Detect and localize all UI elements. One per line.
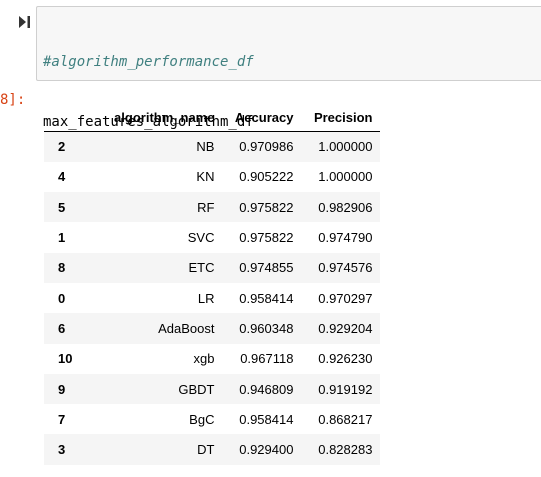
cell-algorithm-name: NB: [196, 139, 215, 155]
table-row: 2 NB 0.970986 1.000000: [44, 131, 381, 162]
row-index: 0: [58, 290, 66, 306]
row-index: 10: [58, 351, 73, 367]
cell-algorithm-name: KN: [196, 169, 215, 185]
cell-precision: 0.926230: [318, 351, 373, 367]
cell-precision: 0.982906: [318, 199, 373, 215]
table-header-row: algorithm_name Accuracy Precision: [44, 103, 381, 132]
table-row: 8 ETC 0.974855 0.974576: [44, 252, 381, 283]
cell-precision: 1.000000: [318, 139, 373, 155]
cell-accuracy: 0.967118: [240, 351, 294, 367]
cell-precision: 0.974790: [318, 230, 373, 246]
table-row: 5 RF 0.975822 0.982906: [44, 192, 381, 223]
table-row: 0 LR 0.958414 0.970297: [44, 283, 380, 313]
cell-algorithm-name: DT: [197, 442, 215, 458]
row-index: 2: [58, 139, 66, 155]
row-index: 8: [58, 260, 66, 276]
row-index: 1: [58, 230, 66, 246]
table-row: 3 DT 0.929400 0.828283: [44, 434, 381, 465]
cell-precision: 1.000000: [318, 169, 373, 185]
cell-accuracy: 0.970986: [239, 139, 294, 155]
cell-accuracy: 0.905222: [239, 169, 294, 185]
cell-accuracy: 0.974855: [239, 260, 294, 276]
cell-precision: 0.868217: [318, 411, 373, 427]
table-row: 1 SVC 0.975822 0.974790: [44, 222, 380, 252]
cell-accuracy: 0.975822: [239, 230, 294, 246]
cell-algorithm-name: SVC: [187, 230, 215, 246]
column-header-algorithm-name: algorithm_name: [80, 103, 223, 132]
cell-accuracy: 0.960348: [239, 320, 294, 336]
cell-accuracy: 0.958414: [239, 290, 294, 306]
table-row: 4 KN 0.905222 1.000000: [44, 162, 380, 192]
cell-algorithm-name: GBDT: [178, 381, 215, 397]
cell-precision: 0.974576: [318, 260, 373, 276]
table-row: 7 BgC 0.958414 0.868217: [44, 404, 380, 434]
dataframe-table: algorithm_name Accuracy Precision 2 NB 0…: [44, 103, 381, 465]
row-index: 5: [58, 199, 66, 215]
row-index: 6: [58, 320, 66, 336]
cell-precision: 0.970297: [318, 290, 373, 306]
table-row: 10 xgb 0.967118 0.926230: [44, 344, 380, 374]
code-comment-line: #algorithm_performance_df: [43, 54, 254, 70]
output-prompt: 8]:: [0, 92, 26, 108]
code-cell-editor[interactable]: #algorithm_performance_df max_features_a…: [36, 6, 541, 130]
column-header-accuracy: Accuracy: [222, 103, 302, 132]
cell-algorithm-name: BgC: [189, 411, 215, 427]
row-index: 3: [58, 442, 66, 458]
table-row: 6 AdaBoost 0.960348 0.929204: [44, 313, 381, 344]
row-index: 4: [58, 169, 66, 185]
cell-accuracy: 0.958414: [239, 411, 294, 427]
column-header-precision: Precision: [301, 103, 381, 132]
row-index: 9: [58, 381, 66, 397]
row-index: 7: [58, 411, 66, 427]
cell-algorithm-name: xgb: [193, 351, 215, 367]
cell-precision: 0.828283: [318, 442, 373, 458]
cell-precision: 0.919192: [318, 381, 373, 397]
cell-algorithm-name: RF: [197, 199, 215, 215]
cell-precision: 0.929204: [318, 320, 373, 336]
cell-accuracy: 0.946809: [239, 381, 294, 397]
cell-accuracy: 0.929400: [239, 442, 294, 458]
cell-algorithm-name: ETC: [188, 260, 215, 276]
cell-algorithm-name: LR: [197, 290, 215, 306]
table-row: 9 GBDT 0.946809 0.919192: [44, 373, 381, 405]
cell-accuracy: 0.975822: [239, 199, 294, 215]
cell-algorithm-name: AdaBoost: [158, 320, 215, 336]
run-cell-icon[interactable]: [18, 15, 32, 29]
index-header: [44, 103, 81, 132]
